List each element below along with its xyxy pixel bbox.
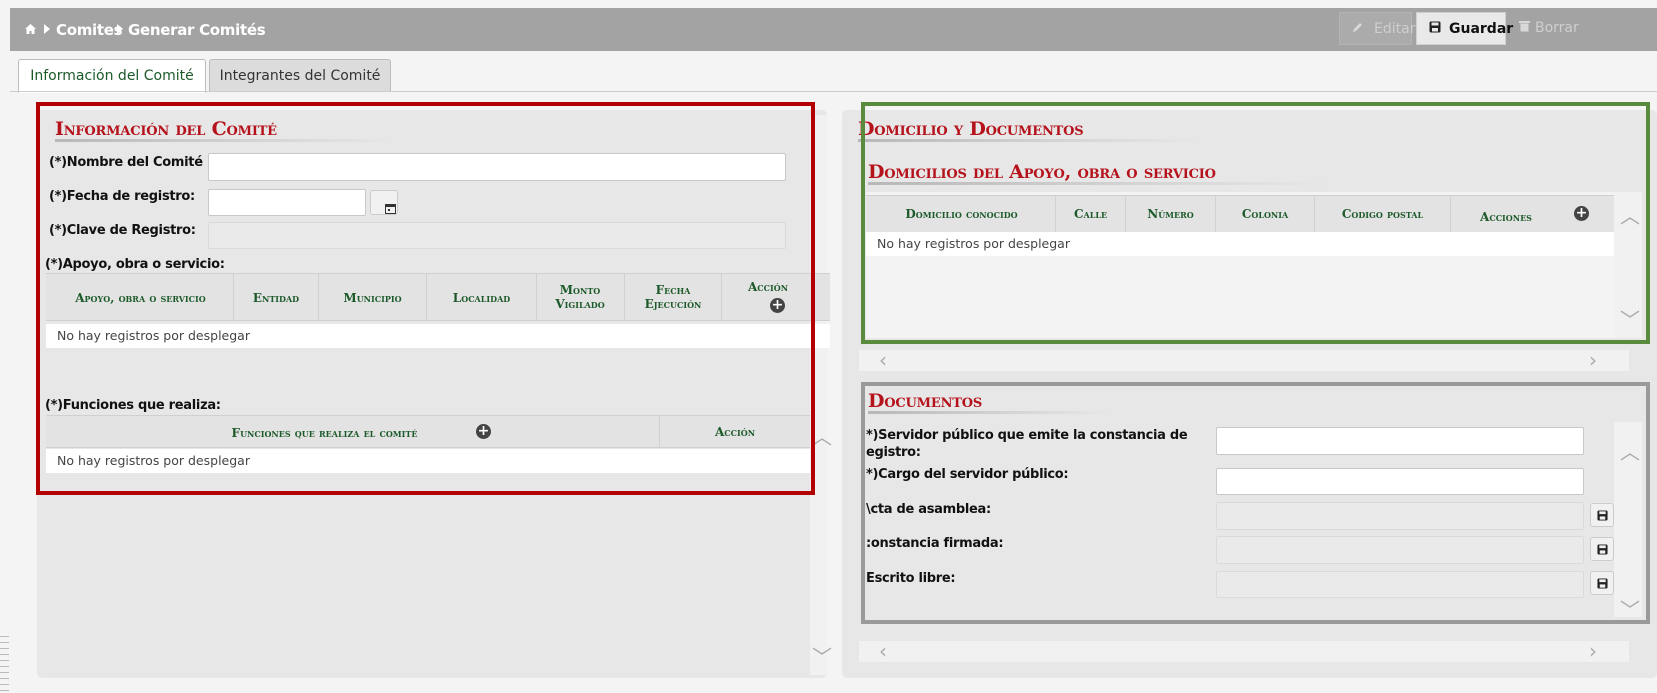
highlight-box-informacion [36,102,815,495]
edit-label: Editar [1374,21,1416,37]
documents-hscrollbar[interactable]: ‹ › [859,641,1629,662]
home-icon[interactable] [24,21,37,40]
trash-icon [1519,12,1530,45]
resize-grip-icon[interactable] [0,636,9,693]
breadcrumb-generar-comites[interactable]: Generar Comités [128,21,266,39]
delete-label: Borrar [1535,20,1579,36]
delete-button[interactable]: Borrar [1511,12,1657,45]
header-bar: Comites Generar Comités Editar Guardar B… [10,8,1657,51]
chevron-left-icon: ‹ [879,639,887,663]
tab-divider [10,91,1657,92]
tab-integrantes-comite[interactable]: Integrantes del Comité [209,59,391,92]
edit-button[interactable]: Editar [1339,12,1416,46]
save-button[interactable]: Guardar [1416,12,1513,46]
tab-informacion-comite[interactable]: Información del Comité [18,59,206,93]
addresses-hscrollbar[interactable]: ‹ › [859,350,1629,371]
highlight-box-domicilio [861,102,1650,344]
chevron-right-icon: › [1589,348,1597,372]
chevron-right-icon: › [1589,639,1597,663]
chevron-up-icon: ︿ [812,425,832,449]
save-label: Guardar [1449,21,1514,37]
chevron-left-icon: ‹ [879,348,887,372]
floppy-icon [1429,13,1441,46]
chevron-down-icon: ﹀ [812,645,832,669]
tab-label: Información del Comité [30,68,194,84]
breadcrumb-caret-icon [44,24,50,34]
highlight-box-documentos [861,382,1650,624]
tab-label: Integrantes del Comité [219,68,381,84]
pencil-icon [1352,13,1364,46]
breadcrumb-caret-icon [117,24,123,34]
breadcrumb-comites[interactable]: Comites [56,21,123,39]
